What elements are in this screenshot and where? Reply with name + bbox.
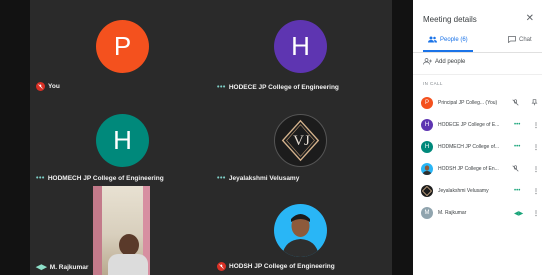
meeting-details-panel: Meeting details ✕ People (6) Chat Add pe… (413, 0, 542, 275)
chat-icon (508, 36, 516, 43)
participant-row[interactable]: H HODMECH JP College of... ••• ⋮ (421, 140, 542, 154)
speaking-dots-icon: ••• (514, 188, 521, 194)
add-people-button[interactable]: Add people (423, 58, 465, 65)
participant-name: Principal JP Colleg... (You) (438, 100, 498, 106)
tile-name: ••• HODECE JP College of Engineering (217, 84, 339, 91)
camera-feed (93, 186, 150, 275)
participant-name: HODMECH JP College of... (438, 144, 500, 150)
participant-avatar: M (421, 207, 433, 219)
section-divider (413, 74, 542, 75)
person-head (119, 234, 139, 256)
participant-name: M. Rajkumar (438, 210, 467, 216)
tile-name: You (36, 82, 60, 91)
participant-row[interactable]: M M. Rajkumar ◀▶ ⋮ (421, 206, 542, 220)
tab-people[interactable]: People (6) (428, 36, 468, 43)
tile-rajkumar[interactable]: ◀▶ M. Rajkumar (30, 186, 211, 275)
participant-row[interactable]: HODSH JP College of En... ⋮ (421, 162, 542, 176)
tile-name: HODSH JP College of Engineering (217, 262, 335, 271)
participant-name: HODECE JP College of E... (438, 122, 500, 128)
tile-name: ••• Jeyalakshmi Velusamy (217, 175, 300, 182)
person-body (108, 254, 148, 275)
participant-avatar: P (421, 97, 433, 109)
pin-icon[interactable] (531, 98, 538, 108)
more-options-icon[interactable]: ⋮ (533, 166, 539, 173)
tile-hodmech[interactable]: H ••• HODMECH JP College of Engineering (30, 95, 211, 186)
tab-divider (413, 52, 542, 53)
participant-name: HODSH JP College of En... (438, 166, 499, 172)
participant-avatar: H (421, 119, 433, 131)
participant-name: Jeyalakshmi Velusamy (438, 188, 489, 194)
avatar: P (96, 20, 149, 73)
curtain (93, 186, 102, 275)
speaking-dots-icon: ••• (514, 144, 521, 150)
add-person-icon (423, 58, 432, 65)
mic-off-icon (512, 98, 519, 108)
left-letterbox (0, 0, 30, 275)
mic-off-icon (512, 164, 519, 174)
more-options-icon[interactable]: ⋮ (533, 188, 539, 195)
avatar: H (274, 20, 327, 73)
tile-hodsh[interactable]: HODSH JP College of Engineering (211, 186, 392, 275)
people-icon (428, 36, 437, 43)
vj-logo-avatar: VJ (274, 114, 327, 167)
participant-row[interactable]: P Principal JP Colleg... (You) (421, 96, 542, 110)
more-options-icon[interactable]: ⋮ (533, 210, 539, 217)
tile-hodece[interactable]: H ••• HODECE JP College of Engineering (211, 0, 392, 95)
close-icon[interactable]: ✕ (526, 13, 534, 24)
participant-row[interactable]: Jeyalakshmi Velusamy ••• ⋮ (421, 184, 542, 198)
mic-off-icon (217, 262, 226, 271)
photo-avatar (274, 204, 327, 257)
tile-you[interactable]: P You (30, 0, 211, 95)
video-grid: P You H ••• HODECE JP College of Enginee… (0, 0, 413, 275)
audio-level-icon: ◀▶ (514, 210, 524, 217)
speaking-dots-icon: ••• (217, 175, 226, 182)
tile-name: ◀▶ M. Rajkumar (36, 263, 89, 272)
speaking-dots-icon: ••• (514, 122, 521, 128)
speaking-dots-icon: ••• (217, 84, 226, 91)
tile-name: ••• HODMECH JP College of Engineering (36, 175, 164, 182)
speaking-dots-icon: ••• (36, 175, 45, 182)
audio-level-icon: ◀▶ (36, 264, 47, 271)
panel-title: Meeting details (423, 15, 477, 24)
tab-chat[interactable]: Chat (508, 36, 532, 43)
mic-off-icon (36, 82, 45, 91)
participant-avatar (421, 185, 433, 197)
tile-jeyalakshmi[interactable]: VJ ••• Jeyalakshmi Velusamy (211, 95, 392, 186)
in-call-label: IN CALL (423, 81, 443, 86)
participant-avatar (421, 163, 433, 175)
participant-row[interactable]: H HODECE JP College of E... ••• ⋮ (421, 118, 542, 132)
avatar: H (96, 114, 149, 167)
right-letterbox (392, 0, 413, 275)
participant-avatar: H (421, 141, 433, 153)
more-options-icon[interactable]: ⋮ (533, 144, 539, 151)
more-options-icon[interactable]: ⋮ (533, 122, 539, 129)
